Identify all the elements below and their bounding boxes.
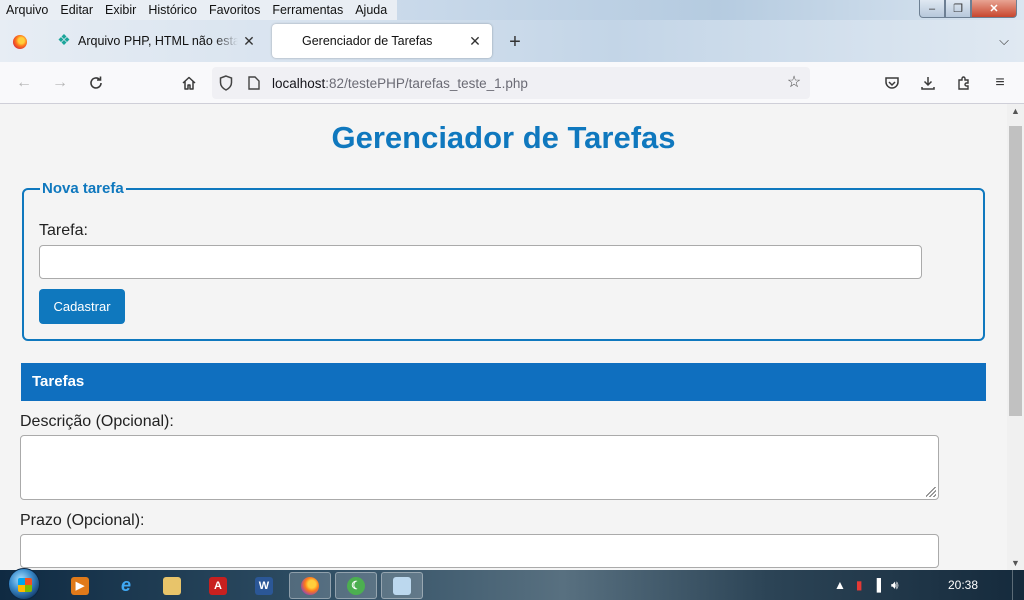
prazo-input[interactable] [20,534,939,568]
minimize-icon: – [928,2,936,15]
firefox-icon [301,576,319,595]
list-all-tabs-button[interactable]: ⌵ [994,33,1014,53]
taskbar-acrobat[interactable]: A [197,572,239,599]
tab-gerenciador[interactable]: Gerenciador de Tarefas ✕ [272,24,492,58]
menu-arquivo[interactable]: Arquivo [0,0,54,20]
descricao-label: Descrição (Opcional): [20,413,174,430]
windows-logo-icon [8,568,40,600]
cadastrar-button[interactable]: Cadastrar [39,289,125,324]
prazo-label: Prazo (Opcional): [20,512,145,529]
scrollbar-thumb[interactable] [1009,126,1022,416]
firefox-icon [13,35,27,49]
taskbar-clock[interactable]: 20:38 [948,570,978,600]
internet-explorer-icon: e [120,575,131,595]
extensions-button[interactable] [952,71,976,95]
notepad-icon [393,576,411,595]
start-button[interactable] [2,566,46,600]
taskbar-word[interactable]: W [243,572,285,599]
taskbar-internet-explorer[interactable]: e [105,572,147,599]
tarefa-label: Tarefa: [39,222,88,239]
scroll-down-icon[interactable]: ▼ [1007,556,1024,570]
downloads-button[interactable] [916,71,940,95]
forward-button[interactable]: → [48,71,72,95]
maximize-button[interactable]: ❐ [945,0,971,18]
show-hidden-icons-icon[interactable]: ▲ [834,578,846,592]
pocket-button[interactable] [880,71,904,95]
network-icon[interactable]: ▐ [873,578,882,592]
vertical-scrollbar[interactable]: ▲ ▼ [1007,104,1024,570]
system-tray: ▲ ▮ ▐ 🔊︎ [834,570,899,600]
resize-grip-icon[interactable] [926,487,936,497]
taskbar: ▶ e A W ☾ ▲ ▮ ▐ 🔊︎ 20:38 [0,568,1024,600]
shield-icon[interactable] [212,67,240,99]
download-icon [921,77,935,90]
close-window-button[interactable]: ✕ [971,0,1017,18]
new-tab-button[interactable]: + [503,31,527,55]
show-desktop-button[interactable] [1012,570,1024,600]
tarefas-section-header: Tarefas [21,363,986,401]
taskbar-firefox[interactable] [289,572,331,599]
menu-historico[interactable]: Histórico [142,0,203,20]
plus-icon: + [509,31,521,53]
page-icon[interactable] [240,67,268,99]
taskbar-media-player[interactable]: ▶ [59,572,101,599]
menu-ferramentas[interactable]: Ferramentas [266,0,349,20]
taskbar-explorer[interactable] [151,572,193,599]
acrobat-icon: A [209,576,227,595]
power-icon[interactable]: ▮ [856,578,863,592]
tab-title: Gerenciador de Tarefas [302,34,433,48]
app-menu-button[interactable]: ≡ [988,71,1012,95]
navigation-bar: ← → localhost:82/testePHP/tarefas_teste_… [0,62,1024,104]
url-path: :82/testePHP/tarefas_teste_1.php [325,75,528,91]
volume-icon[interactable]: 🔊︎ [891,578,899,593]
puzzle-icon [958,76,969,90]
hamburger-icon: ≡ [995,74,1005,91]
tarefa-input[interactable] [39,245,922,279]
scroll-up-icon[interactable]: ▲ [1007,104,1024,118]
page-content: Gerenciador de Tarefas Nova tarefa Taref… [0,104,1007,570]
minimize-button[interactable]: – [919,0,945,18]
arrow-right-icon: → [52,74,68,91]
site-favicon-icon: ❖ [57,32,71,49]
media-player-icon: ▶ [71,576,89,595]
url-text[interactable]: localhost:82/testePHP/tarefas_teste_1.ph… [268,76,528,91]
menu-list: Arquivo Editar Exibir Histórico Favorito… [0,0,398,20]
word-icon: W [255,576,273,595]
back-button[interactable]: ← [12,71,36,95]
descricao-textarea[interactable] [20,435,939,500]
url-host: localhost [272,75,326,91]
fieldset-legend: Nova tarefa [42,180,124,197]
folder-icon [163,576,181,595]
url-bar[interactable]: localhost:82/testePHP/tarefas_teste_1.ph… [212,67,810,99]
page-title: Gerenciador de Tarefas [331,120,676,155]
tab-close-icon[interactable]: ✕ [238,33,260,50]
chevron-down-icon: ⌵ [999,33,1009,48]
tab-close-icon[interactable]: ✕ [464,33,486,50]
home-icon [182,76,196,90]
tab-arquivo-php[interactable]: ❖ Arquivo PHP, HTML não esta Re ✕ [44,24,266,58]
home-button[interactable] [177,71,201,95]
arrow-left-icon: ← [16,74,32,91]
green-app-icon: ☾ [347,576,365,595]
menu-bar: Arquivo Editar Exibir Histórico Favorito… [0,0,1024,20]
menu-editar[interactable]: Editar [54,0,99,20]
firefox-view-button[interactable] [4,28,36,56]
reload-button[interactable] [84,71,108,95]
reload-icon [90,76,102,89]
taskbar-notepad[interactable] [381,572,423,599]
pocket-icon [885,77,899,89]
tab-title: Arquivo PHP, HTML não esta Re [78,34,238,48]
menu-ajuda[interactable]: Ajuda [349,0,393,20]
restore-icon: ❐ [953,3,963,15]
close-icon: ✕ [989,3,999,15]
tab-strip: ❖ Arquivo PHP, HTML não esta Re ✕ Gerenc… [0,20,1024,62]
bookmark-star-icon[interactable]: ☆ [784,73,804,93]
menu-exibir[interactable]: Exibir [99,0,142,20]
menu-favoritos[interactable]: Favoritos [203,0,266,20]
taskbar-eclipse[interactable]: ☾ [335,572,377,599]
